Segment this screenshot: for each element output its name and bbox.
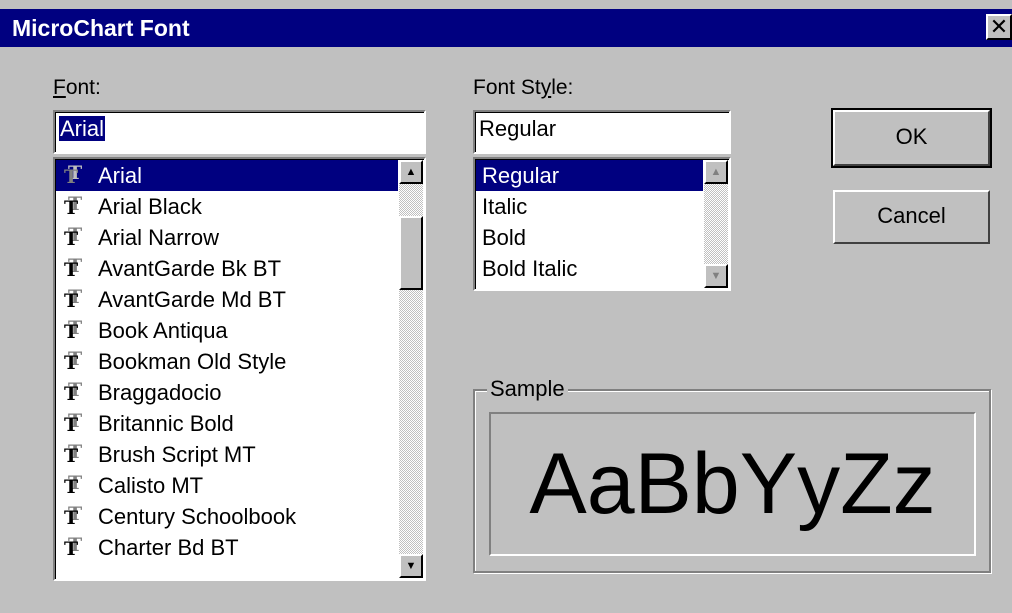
font-list-item[interactable]: T T AvantGarde Bk BT: [56, 253, 398, 284]
font-list-item-label: Arial: [98, 163, 143, 188]
font-style-input[interactable]: Regular: [473, 110, 731, 154]
font-label-rest: ont:: [65, 76, 101, 99]
sample-preview: AaBbYyZz: [489, 412, 976, 556]
font-style-label-rest: le:: [551, 76, 574, 99]
font-list-item[interactable]: T T Britannic Bold: [56, 408, 398, 439]
font-list-item-label: Braggadocio: [98, 380, 222, 405]
font-name-input[interactable]: Arial: [53, 110, 426, 154]
font-list-item[interactable]: T T Calisto MT: [56, 470, 398, 501]
font-list-item[interactable]: T T Century Schoolbook: [56, 501, 398, 532]
font-name-value: Arial: [59, 116, 106, 141]
font-list-item-label: Book Antiqua: [98, 318, 228, 343]
font-list-item-label: Brush Script MT: [98, 442, 256, 467]
font-list-item-label: AvantGarde Bk BT: [98, 256, 282, 281]
font-list-item-label: Arial Black: [98, 194, 202, 219]
font-list-scrollbar[interactable]: ▲ ▼: [399, 160, 423, 578]
font-list-item-label: Britannic Bold: [98, 411, 234, 436]
font-list-item-label: Calisto MT: [98, 473, 204, 498]
font-list-item[interactable]: T T Arial: [56, 160, 398, 191]
font-scroll-up-button[interactable]: ▲: [399, 160, 423, 184]
font-scroll-down-button[interactable]: ▼: [399, 554, 423, 578]
font-list[interactable]: T T Arial T T Arial Black T T Arial Narrow T T Avan…: [53, 157, 426, 581]
font-style-list-item[interactable]: Regular: [476, 160, 703, 191]
font-style-list-item[interactable]: Bold Italic: [476, 253, 703, 284]
font-style-list-item[interactable]: Italic: [476, 191, 703, 222]
font-list-item[interactable]: T T Brush Script MT: [56, 439, 398, 470]
font-list-items: T T Arial T T Arial Black T T Arial Narrow T T Avan…: [56, 160, 398, 563]
ok-button[interactable]: OK: [831, 108, 992, 168]
font-list-item[interactable]: T T Book Antiqua: [56, 315, 398, 346]
font-list-item-label: Charter Bd BT: [98, 535, 239, 560]
style-scroll-up-button[interactable]: ▲: [704, 160, 728, 184]
font-list-item[interactable]: T T Arial Narrow: [56, 222, 398, 253]
font-style-value: Regular: [479, 116, 557, 141]
font-scroll-thumb[interactable]: [399, 216, 423, 290]
font-list-item[interactable]: T T AvantGarde Md BT: [56, 284, 398, 315]
font-list-item-label: Century Schoolbook: [98, 504, 297, 529]
font-style-scrollbar[interactable]: ▲ ▼: [704, 160, 728, 288]
style-scroll-down-button[interactable]: ▼: [704, 264, 728, 288]
font-list-item[interactable]: T T Bookman Old Style: [56, 346, 398, 377]
font-style-list[interactable]: Regular Italic Bold Bold Italic ▲ ▼: [473, 157, 731, 291]
sample-label: Sample: [487, 376, 568, 402]
font-list-item-label: Arial Narrow: [98, 225, 220, 250]
font-label-accel: F: [53, 76, 66, 99]
font-dialog: MicroChart Font ✕ Font: Arial T T Arial T T A…: [0, 0, 1012, 613]
title-bar[interactable]: MicroChart Font ✕: [0, 9, 1012, 47]
cancel-button[interactable]: Cancel: [833, 190, 990, 244]
font-list-item[interactable]: T T Braggadocio: [56, 377, 398, 408]
font-list-item-label: AvantGarde Md BT: [98, 287, 286, 312]
close-button[interactable]: ✕: [986, 14, 1012, 40]
font-style-label: Font Style:: [473, 76, 573, 100]
font-label: Font:: [53, 76, 101, 100]
font-style-label-pre: Font St: [473, 76, 541, 99]
truetype-icon: TT: [64, 534, 83, 560]
font-list-item-label: Bookman Old Style: [98, 349, 287, 374]
window-title: MicroChart Font: [12, 15, 190, 41]
font-list-item[interactable]: T T Arial Black: [56, 191, 398, 222]
font-style-list-item[interactable]: Bold: [476, 222, 703, 253]
font-list-item[interactable]: T T Charter Bd BT: [56, 532, 398, 563]
font-style-label-accel: y: [540, 76, 552, 99]
font-style-list-items: Regular Italic Bold Bold Italic: [476, 160, 703, 284]
